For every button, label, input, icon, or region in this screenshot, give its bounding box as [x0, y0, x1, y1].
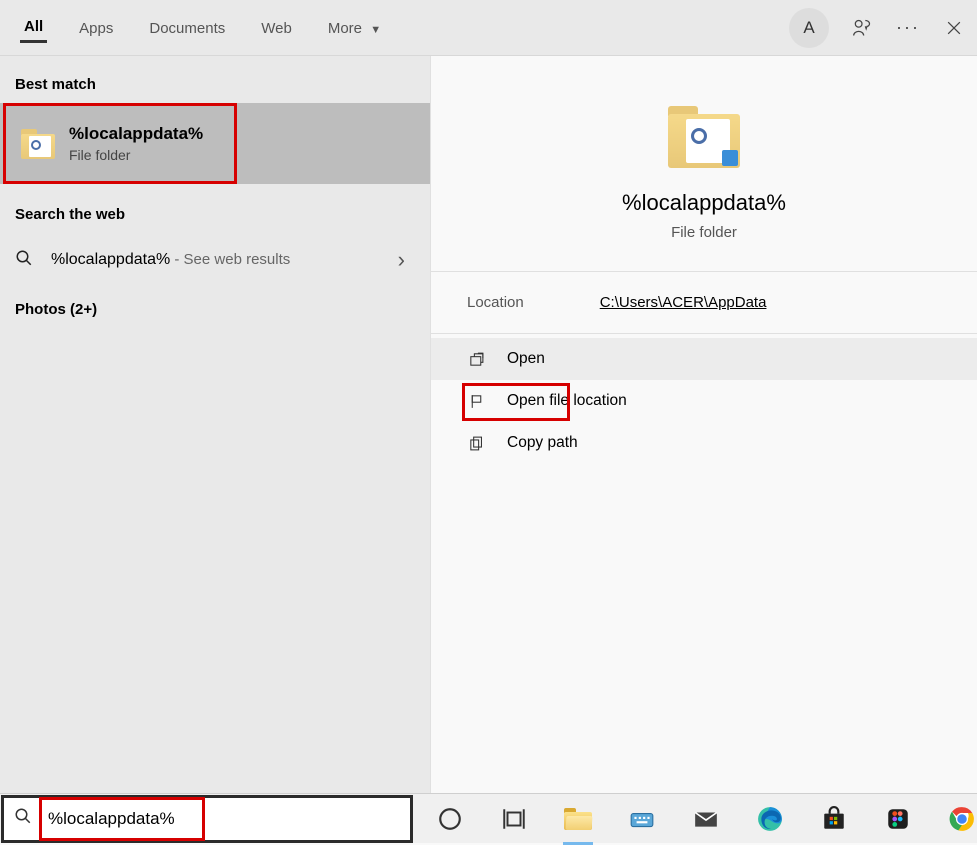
web-search-result[interactable]: %localappdata% - See web results ›: [0, 233, 430, 287]
location-label: Location: [467, 294, 524, 311]
feedback-icon[interactable]: [849, 15, 875, 41]
folder-icon-large: [668, 106, 740, 168]
best-match-heading: Best match: [0, 68, 430, 103]
user-avatar[interactable]: A: [789, 8, 829, 48]
tab-web[interactable]: Web: [257, 14, 296, 42]
search-results-main: Best match %localappdata% File folder Se…: [0, 56, 977, 793]
location-row: Location C:\Users\ACER\AppData: [431, 272, 977, 334]
folder-icon: [21, 129, 55, 159]
more-options-icon[interactable]: ···: [895, 15, 921, 41]
preview-subtitle: File folder: [671, 224, 737, 241]
action-open-label: Open: [507, 350, 545, 368]
best-match-title: %localappdata%: [69, 124, 203, 144]
taskbar: [0, 793, 977, 843]
file-location-icon: [467, 392, 485, 410]
search-scope-tabs: All Apps Documents Web More ▼: [20, 12, 385, 43]
top-tab-bar: All Apps Documents Web More ▼ A ···: [0, 0, 977, 56]
mail-icon[interactable]: [691, 804, 721, 834]
taskbar-pinned-apps: [413, 804, 977, 834]
photos-heading[interactable]: Photos (2+): [0, 293, 430, 328]
action-copy-path-label: Copy path: [507, 434, 578, 452]
action-open[interactable]: Open: [431, 338, 977, 380]
open-icon: [467, 350, 485, 368]
web-result-term: %localappdata%: [51, 251, 170, 268]
search-icon: [15, 249, 33, 271]
task-view-icon[interactable]: [499, 804, 529, 834]
preview-pane: %localappdata% File folder Location C:\U…: [430, 56, 977, 793]
search-web-heading: Search the web: [0, 198, 430, 233]
chevron-right-icon: ›: [398, 247, 415, 273]
edge-browser-icon[interactable]: [755, 804, 785, 834]
best-match-result[interactable]: %localappdata% File folder: [3, 103, 237, 184]
onscreen-keyboard-icon[interactable]: [627, 804, 657, 834]
results-list-pane: Best match %localappdata% File folder Se…: [0, 56, 430, 793]
best-match-row-container: %localappdata% File folder: [0, 103, 430, 184]
preview-title: %localappdata%: [622, 190, 786, 216]
preview-header: %localappdata% File folder: [431, 56, 977, 272]
file-explorer-icon[interactable]: [563, 804, 593, 834]
microsoft-store-icon[interactable]: [819, 804, 849, 834]
preview-actions: Open Open file location Copy path: [431, 334, 977, 468]
cortana-icon[interactable]: [435, 804, 465, 834]
search-icon: [14, 807, 32, 830]
topbar-actions: A ···: [789, 8, 967, 48]
close-icon[interactable]: [941, 15, 967, 41]
action-open-file-location[interactable]: Open file location: [431, 380, 977, 422]
taskbar-search-input[interactable]: [46, 808, 400, 830]
tab-apps[interactable]: Apps: [75, 14, 117, 42]
web-result-text: %localappdata% - See web results: [51, 251, 290, 269]
tab-more[interactable]: More ▼: [324, 14, 385, 42]
action-copy-path[interactable]: Copy path: [431, 422, 977, 464]
location-path[interactable]: C:\Users\ACER\AppData: [600, 294, 767, 311]
web-result-suffix: - See web results: [170, 251, 290, 268]
action-open-file-location-label: Open file location: [507, 392, 627, 410]
figma-icon[interactable]: [883, 804, 913, 834]
copy-icon: [467, 434, 485, 452]
chrome-icon[interactable]: [947, 804, 977, 834]
chevron-down-icon: ▼: [370, 24, 381, 36]
taskbar-search-box[interactable]: [1, 795, 413, 843]
best-match-text: %localappdata% File folder: [69, 124, 203, 163]
tab-more-label: More: [328, 20, 362, 37]
tab-documents[interactable]: Documents: [145, 14, 229, 42]
tab-all[interactable]: All: [20, 12, 47, 43]
best-match-subtitle: File folder: [69, 147, 203, 163]
